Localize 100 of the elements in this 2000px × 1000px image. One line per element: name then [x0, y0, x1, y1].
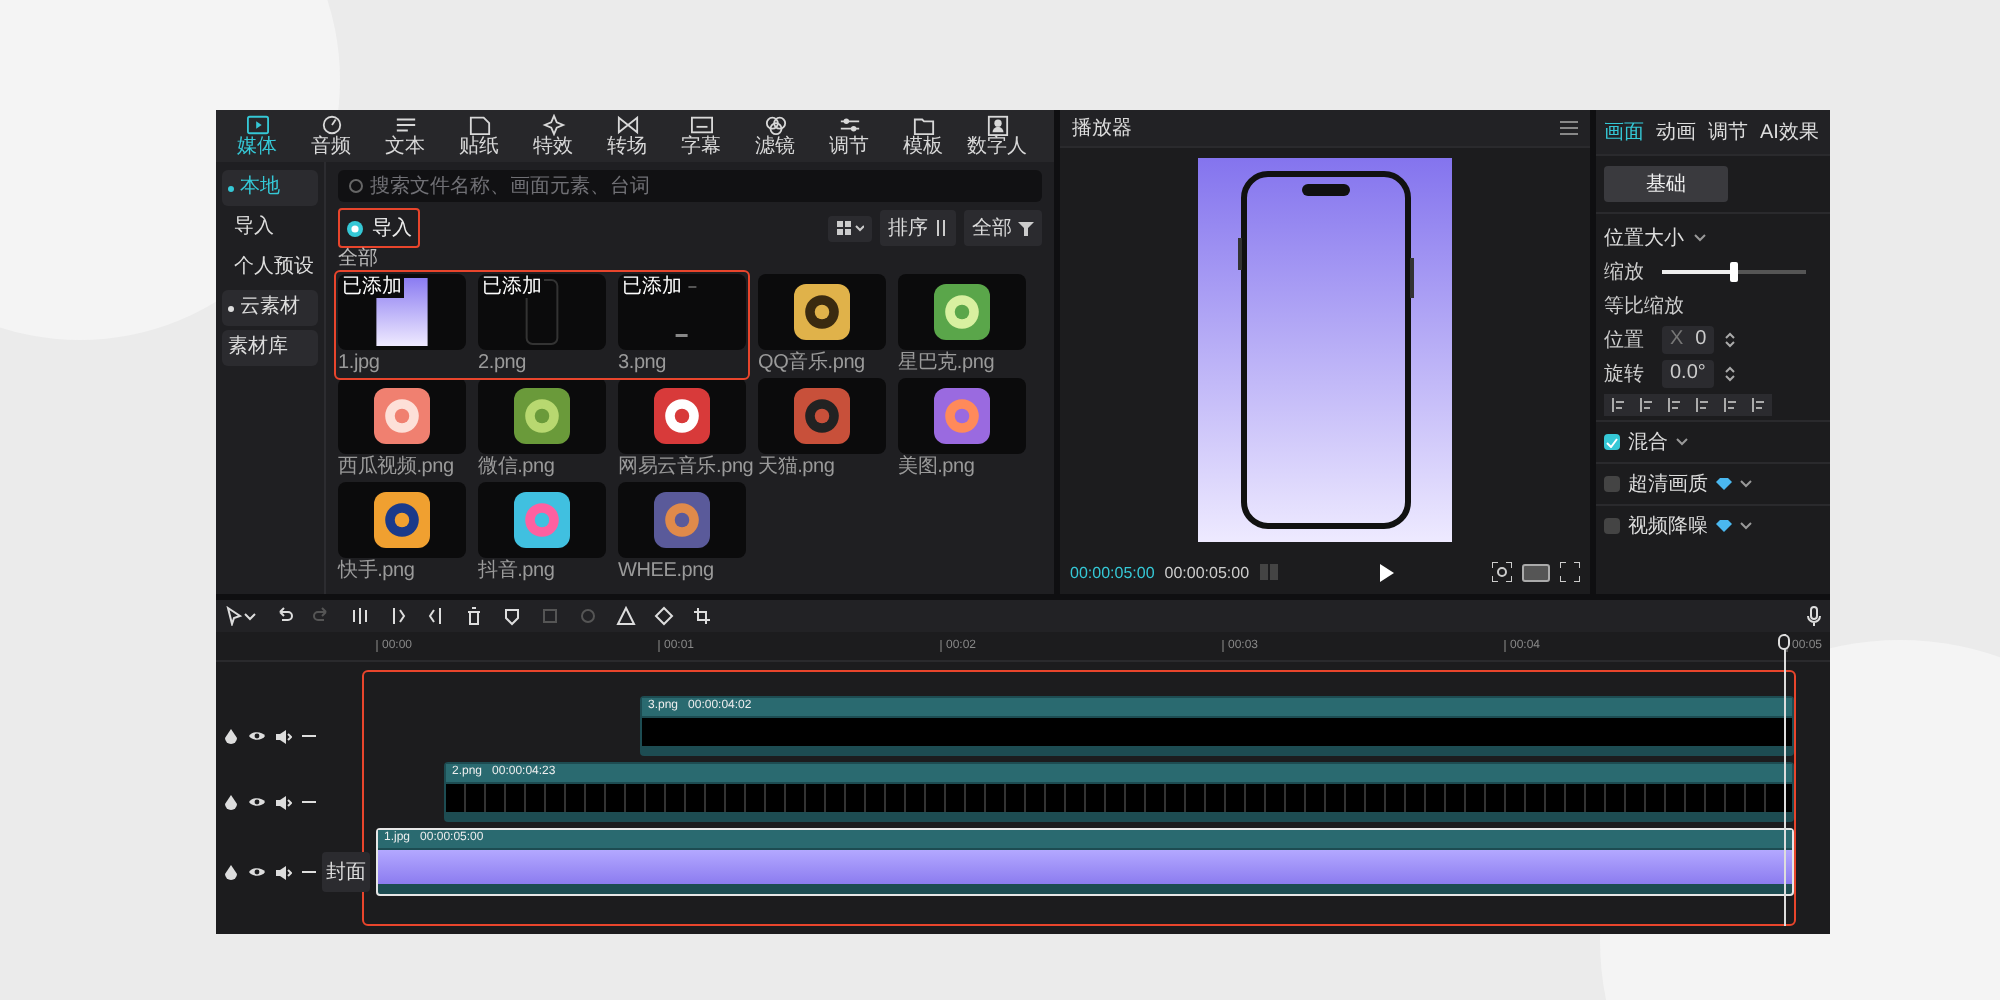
checkbox[interactable] — [1604, 476, 1620, 492]
eye-icon — [248, 796, 266, 808]
fullscreen-icon — [1560, 562, 1580, 582]
speaker-icon — [276, 865, 292, 879]
drop-icon — [224, 728, 238, 744]
sidebar-item[interactable]: 云素材 — [222, 290, 318, 326]
toolbar-tab[interactable]: 转场 — [590, 110, 664, 162]
toolbar-tab[interactable]: 媒体 — [220, 110, 294, 162]
toolbar-tab[interactable]: 贴纸 — [442, 110, 516, 162]
sticker-icon — [465, 114, 493, 136]
trash-icon — [464, 606, 484, 626]
focus-icon — [1492, 562, 1512, 582]
file-name: 星巴克.png — [898, 352, 995, 376]
toolbar-tab[interactable]: 特效 — [516, 110, 590, 162]
tool-button[interactable] — [224, 606, 256, 626]
radio-icon — [346, 219, 364, 237]
file-name: 3.png — [618, 352, 667, 376]
triangle-icon — [616, 606, 636, 626]
section-label: 全部 — [338, 248, 380, 272]
panel-tab[interactable]: 调节 — [1708, 118, 1748, 146]
folder-icon — [909, 114, 937, 136]
bowtie-icon — [613, 114, 641, 136]
file-name: 微信.png — [478, 456, 555, 480]
square-icon — [540, 606, 560, 626]
checkbox[interactable] — [1604, 518, 1620, 534]
sidebar-item[interactable]: 本地 — [222, 170, 318, 206]
file-name: WHEE.png — [618, 560, 714, 584]
sort-button[interactable]: 排序 — [880, 210, 956, 246]
menu-button[interactable] — [1560, 120, 1578, 136]
panel-tab[interactable]: 画面 — [1604, 118, 1644, 146]
file-name: 抖音.png — [478, 560, 555, 584]
caret-icon — [1740, 522, 1752, 530]
focus-button[interactable] — [1492, 562, 1512, 582]
bars-icon — [1259, 564, 1280, 580]
slider-thumb[interactable] — [1730, 261, 1738, 281]
toolbar-tab[interactable]: 数字人 — [960, 110, 1034, 162]
option-label: 混合 — [1628, 430, 1668, 456]
toolbar-tab[interactable]: 调节 — [812, 110, 886, 162]
drop-icon — [224, 864, 238, 880]
align-icon — [1752, 398, 1764, 412]
search-field[interactable]: 搜索文件名称、画面元素、台词 — [338, 170, 1042, 202]
person-icon — [983, 114, 1011, 136]
file-name: QQ音乐.png — [758, 352, 865, 376]
sidebar-item[interactable]: 素材库 — [222, 330, 318, 366]
circle-icon — [578, 606, 598, 626]
field-label: 位置 — [1604, 327, 1646, 353]
subtab[interactable]: 基础 — [1604, 166, 1728, 202]
sort-icon — [934, 220, 948, 236]
panel-tab[interactable]: 动画 — [1656, 118, 1696, 146]
file-name: 2.png — [478, 352, 527, 376]
toolbar-tab[interactable]: 文本 — [368, 110, 442, 162]
filter-button[interactable]: 全部 — [964, 210, 1042, 246]
checkbox[interactable] — [1604, 434, 1620, 450]
field-label: 缩放 — [1604, 259, 1646, 285]
check-icon — [1606, 437, 1618, 447]
caption-icon — [687, 114, 715, 136]
tool-button[interactable] — [426, 606, 446, 626]
axis-label: X — [1670, 328, 1684, 350]
tool-button[interactable] — [388, 606, 408, 626]
sidebar-item[interactable]: 导入 — [222, 210, 318, 246]
view-toggle-button[interactable] — [828, 215, 872, 241]
option-label: 超清画质 — [1628, 471, 1708, 498]
fullscreen-button[interactable] — [1560, 562, 1580, 582]
cover-button[interactable]: 封面 — [322, 852, 370, 892]
section-title: 位置大小 — [1604, 225, 1684, 251]
field-label: 等比缩放 — [1604, 293, 1684, 319]
current-time: 00:00:05:00 — [1070, 563, 1155, 581]
toolbar-tab[interactable]: 音频 — [294, 110, 368, 162]
position-field[interactable]: X 0 — [1662, 325, 1715, 353]
diamond-icon — [654, 606, 674, 626]
toolbar-tab[interactable]: 滤镜 — [738, 110, 812, 162]
file-name: 天猫.png — [758, 456, 835, 480]
split-icon — [388, 606, 408, 626]
field-value: 0 — [1695, 328, 1707, 350]
align-icon — [1668, 398, 1680, 412]
panel-tab[interactable]: AI效果 — [1760, 118, 1819, 146]
stepper-icon — [1724, 329, 1737, 349]
eye-icon — [248, 866, 266, 878]
toolbar-tab[interactable]: 字幕 — [664, 110, 738, 162]
rotation-field[interactable]: 0.0° — [1662, 359, 1714, 387]
microphone-button[interactable] — [1806, 606, 1822, 626]
dial-icon — [317, 114, 345, 136]
toolbar-tab[interactable]: 模板 — [886, 110, 960, 162]
option-label: 视频降噪 — [1628, 513, 1708, 540]
caret-icon — [1740, 480, 1752, 488]
drop-icon — [224, 794, 238, 810]
import-button[interactable]: 导入 — [346, 214, 412, 242]
speaker-icon — [276, 729, 292, 743]
caret-icon — [1676, 438, 1688, 446]
circles-icon — [761, 114, 789, 136]
added-label: 已添加 — [340, 276, 404, 298]
ratio-button[interactable] — [1522, 563, 1550, 581]
play-button[interactable] — [1377, 563, 1394, 581]
menu-icon — [1560, 120, 1578, 136]
shield-icon — [502, 606, 522, 626]
speaker-icon — [276, 795, 292, 809]
filter-icon — [1018, 220, 1034, 236]
undo-icon — [274, 606, 294, 626]
tool-button[interactable] — [274, 606, 294, 626]
sidebar-item[interactable]: 个人预设 — [222, 250, 318, 286]
